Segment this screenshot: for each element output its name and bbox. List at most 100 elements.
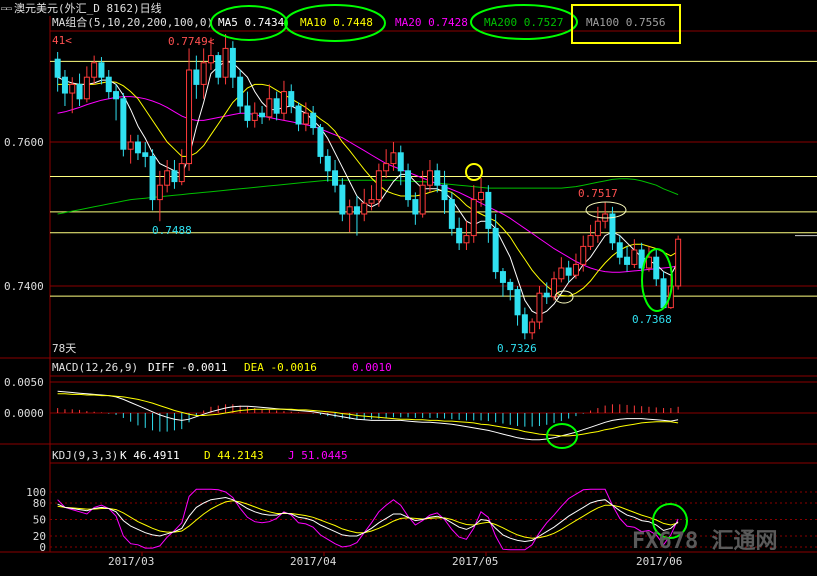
ma-legend-item: MA5 0.7434 [218,16,285,29]
candle-body [485,191,492,229]
candle-body [127,141,134,150]
candle-body [193,69,200,85]
candle-body [492,227,499,273]
candle-body [660,278,667,309]
candle-body [229,47,236,78]
candle-body [120,98,127,150]
macd-dea-value: DEA -0.0016 [244,361,317,374]
candle-body [521,314,528,334]
candle-body [368,199,375,204]
candle-body [565,267,572,276]
candle-body [142,152,149,157]
candle-body [200,62,207,85]
candle-body [61,76,68,94]
ma-legend-item: MA100 0.7556 [586,16,665,29]
candle-body [288,91,295,107]
candle-body [543,292,550,298]
candle-body [164,170,171,186]
candle-body [91,62,98,78]
kdj-tick-label: 80 [33,497,46,510]
candle-body [390,152,397,165]
x-tick-label: 2017/05 [452,555,498,568]
candle-body [317,127,324,157]
candle-body [244,105,251,121]
candle-body [441,184,448,201]
ma-legend-item: MA200 0.7527 [484,16,563,29]
candle-body [645,256,652,269]
kdj-d-value: D 44.2143 [204,449,264,462]
candle-body [572,263,579,276]
chart-title: 澳元美元(外汇_D 8162)日线 [14,1,162,15]
price-left-label: 41< [52,34,72,47]
candle-body [375,170,382,201]
candle-body [456,227,463,244]
candle-body [266,98,273,118]
macd-tick-label: 0.0000 [4,407,44,420]
candle-body [383,163,390,172]
candle-body [113,91,120,100]
candle-body [580,245,587,265]
price-annotation: 0.7488 [152,224,192,237]
candle-body [280,91,287,114]
candle-body [178,163,185,183]
candle-body [222,47,229,78]
candle-body [156,184,163,201]
candle-body [171,170,178,183]
window-icon: ▭▭ [1,4,12,14]
candle-body [149,155,156,201]
candle-body [478,191,485,201]
candle-body [215,55,222,78]
candle-body [419,184,426,215]
candle-body [405,170,412,201]
candle-body [273,98,280,114]
ma-legend-item: MA20 0.7428 [395,16,468,29]
candle-body [251,112,258,121]
candle-body [332,170,339,186]
price-annotation: 0.7517 [578,187,618,200]
candle-body [295,105,302,125]
candle-body [426,170,433,186]
candle-body [361,202,368,215]
candle-body [324,155,331,172]
candle-body [302,112,309,125]
candle-body [653,256,660,280]
candle-body [616,242,623,258]
candle-body [346,206,353,215]
candle-body [83,76,90,100]
candle-body [448,199,455,229]
candle-body [470,199,477,237]
candle-body [507,281,514,291]
candle-body [631,249,638,265]
chart-canvas[interactable]: 澳元美元(外汇_D 8162)日线 ▭▭ MA组合(5,10,20,200,10… [0,0,817,576]
candle-body [105,76,112,93]
candle-body [397,152,404,172]
price-annotation: 0.7749< [168,35,215,48]
candle-body [412,199,419,215]
candle-body [536,292,543,323]
candle-body [207,55,214,64]
kdj-label: KDJ(9,3,3) [52,449,118,462]
candle-body [134,141,141,154]
x-tick-label: 2017/03 [108,555,154,568]
macd-label: MACD(12,26,9) [52,361,138,374]
watermark-logo: FX678 汇通网 [632,529,777,554]
candle-body [558,267,565,280]
kdj-tick-label: 0 [39,541,46,554]
candle-body [98,62,105,78]
candle-body [624,256,631,265]
macd-hist-value: 0.0010 [352,361,392,374]
ma-legend-item: MA10 0.7448 [300,16,373,29]
ma-combo-label: MA组合(5,10,20,200,100,0) [52,15,213,29]
candle-body [76,83,83,100]
price-annotation: 0.7368 [632,313,672,326]
candle-body [499,271,506,283]
period-label: 78天 [52,342,76,355]
candle-body [54,58,61,78]
price-tick-label: 0.7600 [4,136,44,149]
candle-body [675,238,682,287]
candle-body [514,289,521,316]
kdj-j-value: J 51.0445 [288,449,348,462]
candle-body [259,112,266,118]
x-tick-label: 2017/04 [290,555,337,568]
candle-body [186,69,193,165]
